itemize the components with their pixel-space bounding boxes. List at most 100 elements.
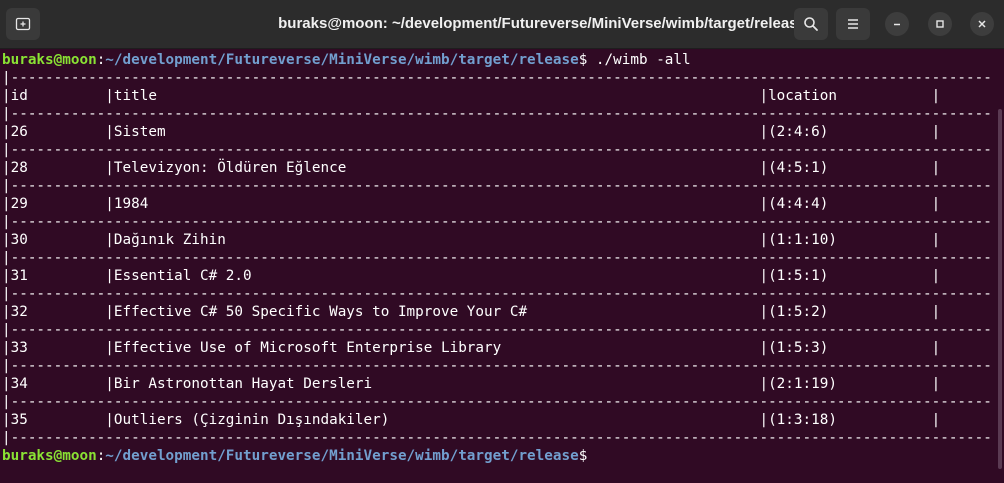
scrollbar-thumb[interactable] <box>998 109 1002 469</box>
cell-border: | <box>759 196 769 212</box>
cell-border: | <box>931 196 941 212</box>
cell-border: | <box>931 160 941 176</box>
cell-title: Televizyon: Öldüren Eğlence <box>113 160 760 176</box>
cell-id: 31 <box>10 268 106 284</box>
cell-border: | <box>759 268 769 284</box>
cell-border: | <box>931 268 941 284</box>
cell-border: | <box>2 304 11 320</box>
prompt-user: buraks@moon <box>2 52 97 68</box>
maximize-button[interactable] <box>928 12 952 36</box>
cell-border: | <box>759 412 769 428</box>
cell-title: Essential C# 2.0 <box>113 268 760 284</box>
cell-location: (1:1:10) <box>768 232 932 248</box>
cell-id: 34 <box>10 376 106 392</box>
table-separator: |---------------------------------------… <box>2 142 990 158</box>
prompt-path: ~/development/Futureverse/MiniVerse/wimb… <box>105 52 579 68</box>
cell-title: Bir Astronottan Hayat Dersleri <box>113 376 760 392</box>
cell-id: 28 <box>10 160 106 176</box>
cell-id: 33 <box>10 340 106 356</box>
cell-title: Dağınık Zihin <box>113 232 760 248</box>
cell-border: | <box>931 340 941 356</box>
table-row: |26 |Sistem |(2:4:6) | <box>2 123 940 141</box>
cell-title: 1984 <box>113 196 760 212</box>
prompt-colon: : <box>96 52 106 68</box>
table-row: |29 |1984 |(4:4:4) | <box>2 195 940 213</box>
cell-border: | <box>931 124 941 140</box>
search-button[interactable] <box>794 8 828 40</box>
cell-border: | <box>931 412 941 428</box>
table-row: |30 |Dağınık Zihin |(1:1:10) | <box>2 231 940 249</box>
cell-border: | <box>2 124 11 140</box>
prompt-command: ./wimb -all <box>587 52 691 68</box>
cell-border: | <box>2 376 11 392</box>
table-header: |id |title |location | <box>2 87 940 105</box>
search-icon <box>804 17 818 31</box>
cell-border: | <box>105 88 114 104</box>
terminal-output[interactable]: buraks@moon:~/development/Futureverse/Mi… <box>0 49 990 483</box>
table-row: |31 |Essential C# 2.0 |(1:5:1) | <box>2 267 940 285</box>
table-separator: |---------------------------------------… <box>2 358 990 374</box>
cell-location: location <box>768 88 932 104</box>
table-separator: |---------------------------------------… <box>2 322 990 338</box>
table-separator: |---------------------------------------… <box>2 430 990 446</box>
cell-id: id <box>10 88 106 104</box>
cell-id: 30 <box>10 232 106 248</box>
minimize-icon <box>894 23 900 26</box>
table-row: |34 |Bir Astronottan Hayat Dersleri |(2:… <box>2 375 940 393</box>
scrollbar[interactable] <box>996 49 1004 483</box>
maximize-icon <box>936 20 944 28</box>
cell-border: | <box>759 376 769 392</box>
terminal-window: buraks@moon: ~/development/Futureverse/M… <box>0 0 1004 483</box>
cell-border: | <box>105 124 114 140</box>
cell-border: | <box>759 160 769 176</box>
cell-title: Effective Use of Microsoft Enterprise Li… <box>113 340 760 356</box>
cell-border: | <box>2 340 11 356</box>
cell-location: (1:3:18) <box>768 412 932 428</box>
cell-title: Outliers (Çizginin Dışındakiler) <box>113 412 760 428</box>
cell-border: | <box>759 340 769 356</box>
cell-border: | <box>759 304 769 320</box>
cell-location: (1:5:1) <box>768 268 932 284</box>
hamburger-menu-icon <box>848 19 858 29</box>
cell-border: | <box>105 376 114 392</box>
command-line: buraks@moon:~/development/Futureverse/Mi… <box>2 51 691 69</box>
table-separator: |---------------------------------------… <box>2 106 990 122</box>
cell-border: | <box>105 232 114 248</box>
cell-border: | <box>105 196 114 212</box>
menu-button[interactable] <box>836 8 870 40</box>
prompt-symbol: $ <box>578 448 588 464</box>
cell-border: | <box>2 412 11 428</box>
cell-border: | <box>105 268 114 284</box>
table-row: |32 |Effective C# 50 Specific Ways to Im… <box>2 303 940 321</box>
table-separator: |---------------------------------------… <box>2 178 990 194</box>
cell-location: (1:5:2) <box>768 304 932 320</box>
cell-border: | <box>931 304 941 320</box>
title-bar: buraks@moon: ~/development/Futureverse/M… <box>0 0 1004 49</box>
cell-border: | <box>105 304 114 320</box>
cell-location: (4:4:4) <box>768 196 932 212</box>
cell-location: (4:5:1) <box>768 160 932 176</box>
cell-border: | <box>759 124 769 140</box>
cell-border: | <box>105 412 114 428</box>
table-separator: |---------------------------------------… <box>2 70 990 86</box>
cell-id: 35 <box>10 412 106 428</box>
cell-border: | <box>931 232 941 248</box>
cell-location: (2:4:6) <box>768 124 932 140</box>
cell-border: | <box>2 196 11 212</box>
minimize-button[interactable] <box>885 12 909 36</box>
cell-border: | <box>759 88 769 104</box>
close-icon <box>978 20 986 28</box>
cell-border: | <box>931 88 941 104</box>
close-button[interactable] <box>970 12 994 36</box>
table-separator: |---------------------------------------… <box>2 394 990 410</box>
cell-location: (2:1:19) <box>768 376 932 392</box>
prompt-line: buraks@moon:~/development/Futureverse/Mi… <box>2 447 587 465</box>
cell-border: | <box>2 88 11 104</box>
table-row: |28 |Televizyon: Öldüren Eğlence |(4:5:1… <box>2 159 940 177</box>
cell-title: title <box>113 88 760 104</box>
cell-border: | <box>2 232 11 248</box>
cell-title: Sistem <box>113 124 760 140</box>
table-separator: |---------------------------------------… <box>2 250 990 266</box>
table-separator: |---------------------------------------… <box>2 286 990 302</box>
prompt-user: buraks@moon <box>2 448 97 464</box>
